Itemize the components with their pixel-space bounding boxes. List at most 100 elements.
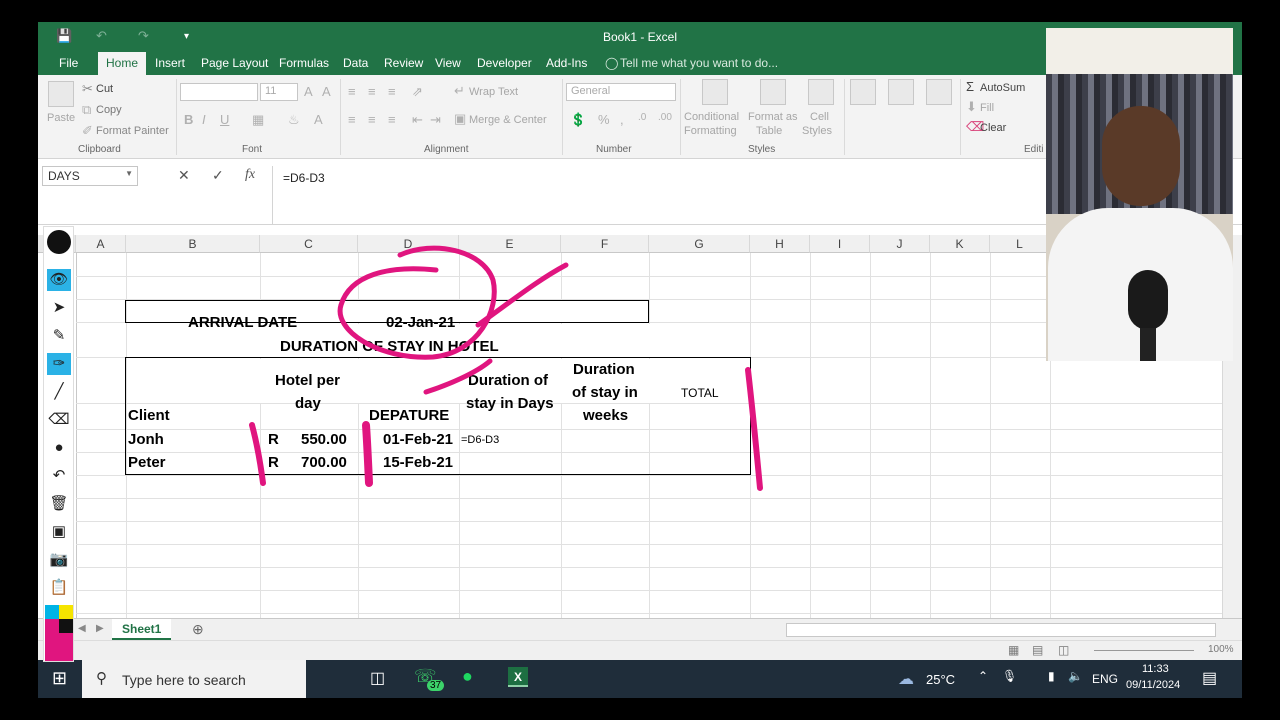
- color-swatch-black[interactable]: [59, 619, 73, 633]
- tab-insert[interactable]: Insert: [155, 56, 185, 70]
- pen-tool-logo-icon: [44, 227, 73, 261]
- line-icon[interactable]: ╱: [47, 381, 71, 403]
- pen-icon[interactable]: ✎: [47, 325, 71, 347]
- trash-icon[interactable]: 🗑: [47, 493, 71, 515]
- font-name-combo[interactable]: [180, 83, 258, 101]
- camera-icon[interactable]: 📷: [47, 549, 71, 571]
- prev-sheet-icon[interactable]: ◀: [78, 623, 86, 634]
- align-top-icon[interactable]: ≡: [348, 84, 356, 99]
- taskbar-search[interactable]: ⚲ Type here to search: [82, 660, 306, 698]
- tab-file[interactable]: File: [59, 56, 78, 70]
- currency-icon[interactable]: 💲: [570, 112, 586, 128]
- insert-function-icon[interactable]: fx: [245, 167, 255, 183]
- current-color-swatch[interactable]: [45, 633, 73, 661]
- percent-icon[interactable]: %: [598, 112, 610, 127]
- paste-icon[interactable]: [48, 81, 74, 107]
- align-bottom-icon[interactable]: ≡: [388, 84, 396, 99]
- tab-add-ins[interactable]: Add-Ins: [546, 56, 587, 70]
- notifications-icon[interactable]: ▤: [1202, 668, 1217, 688]
- color-swatch-yellow[interactable]: [59, 605, 73, 619]
- align-center-icon[interactable]: ≡: [368, 112, 376, 127]
- font-color-icon[interactable]: A: [314, 112, 323, 127]
- underline-icon[interactable]: U: [220, 112, 229, 127]
- borders-icon[interactable]: ▦: [252, 112, 264, 128]
- tab-developer[interactable]: Developer: [477, 56, 532, 70]
- paste-button[interactable]: Paste: [47, 112, 75, 124]
- fill-icon: ⬇: [966, 99, 977, 114]
- page-break-view-icon[interactable]: ◫: [1058, 643, 1069, 657]
- align-right-icon[interactable]: ≡: [388, 112, 396, 127]
- excel-taskbar-icon[interactable]: X: [508, 667, 528, 687]
- normal-view-icon[interactable]: ▦: [1008, 643, 1019, 657]
- highlighter-icon[interactable]: ✑: [47, 353, 71, 375]
- tab-data[interactable]: Data: [343, 56, 368, 70]
- fill-color-icon[interactable]: ♨: [288, 112, 300, 128]
- next-sheet-icon[interactable]: ▶: [96, 623, 104, 634]
- cell-styles-icon[interactable]: [808, 79, 834, 105]
- undo-stroke-icon[interactable]: ↶: [47, 465, 71, 487]
- grow-font-icon[interactable]: A: [304, 84, 313, 99]
- font-size-combo[interactable]: 11: [260, 83, 298, 101]
- conditional-formatting-icon[interactable]: [702, 79, 728, 105]
- format-cells-icon[interactable]: [926, 79, 952, 105]
- add-sheet-icon[interactable]: ⊕: [192, 621, 204, 638]
- spotify-icon[interactable]: ●: [462, 666, 473, 687]
- color-swatch-cyan[interactable]: [45, 605, 59, 619]
- horizontal-scrollbar[interactable]: [786, 623, 1216, 637]
- zoom-level[interactable]: 100%: [1208, 644, 1234, 655]
- clock-time[interactable]: 11:33: [1142, 663, 1169, 675]
- decrease-decimal-icon[interactable]: .00: [658, 112, 672, 123]
- tab-page-layout[interactable]: Page Layout: [201, 56, 268, 70]
- clipboard-tool-icon[interactable]: 📋: [47, 577, 71, 599]
- cell-styles-button[interactable]: Cell: [810, 111, 829, 123]
- clock-date[interactable]: 09/11/2024: [1126, 679, 1180, 691]
- bold-icon[interactable]: B: [184, 112, 193, 127]
- insert-cells-icon[interactable]: [850, 79, 876, 105]
- tab-home[interactable]: Home: [98, 52, 147, 75]
- cursor-icon[interactable]: ➤: [47, 297, 71, 319]
- autosum-button[interactable]: AutoSum: [980, 82, 1025, 94]
- clear-button[interactable]: Clear: [980, 122, 1006, 134]
- tray-chevron-icon[interactable]: ⌃: [978, 669, 988, 683]
- increase-indent-icon[interactable]: ⇥: [430, 112, 441, 128]
- conditional-formatting-button[interactable]: Conditional: [684, 111, 739, 123]
- cut-button[interactable]: Cut: [96, 83, 113, 95]
- tab-review[interactable]: Review: [384, 56, 423, 70]
- eraser-tool-icon[interactable]: ⌫: [47, 409, 71, 431]
- zoom-slider[interactable]: [1094, 650, 1194, 651]
- shrink-font-icon[interactable]: A: [322, 84, 331, 99]
- increase-decimal-icon[interactable]: .0: [638, 112, 646, 123]
- delete-cells-icon[interactable]: [888, 79, 914, 105]
- windows-start-icon[interactable]: ⊞: [52, 668, 67, 689]
- color-swatch-magenta[interactable]: [45, 619, 59, 633]
- whiteboard-icon[interactable]: ▣: [47, 521, 71, 543]
- wrap-text-button[interactable]: Wrap Text: [469, 86, 518, 98]
- tab-formulas[interactable]: Formulas: [279, 56, 329, 70]
- color-dot-icon[interactable]: ●: [47, 437, 71, 459]
- copy-button[interactable]: Copy: [96, 104, 122, 116]
- align-middle-icon[interactable]: ≡: [368, 84, 376, 99]
- cancel-icon[interactable]: ✕: [178, 167, 190, 184]
- fill-button[interactable]: Fill: [980, 102, 994, 114]
- italic-icon[interactable]: I: [202, 112, 206, 127]
- volume-icon[interactable]: 🔈: [1068, 669, 1083, 683]
- tab-view[interactable]: View: [435, 56, 461, 70]
- format-as-table-button[interactable]: Format as: [748, 111, 798, 123]
- tell-me-box[interactable]: Tell me what you want to do...: [620, 56, 778, 70]
- align-left-icon[interactable]: ≡: [348, 112, 356, 127]
- format-painter-button[interactable]: Format Painter: [96, 125, 169, 137]
- format-as-table-icon[interactable]: [760, 79, 786, 105]
- orientation-icon[interactable]: ⇗: [412, 84, 423, 100]
- name-box[interactable]: DAYS ▼: [42, 166, 138, 186]
- page-layout-view-icon[interactable]: ▤: [1032, 643, 1043, 657]
- comma-icon[interactable]: ,: [620, 112, 624, 127]
- eye-icon[interactable]: 👁: [47, 269, 71, 291]
- sheet-tab-sheet1[interactable]: Sheet1: [112, 619, 172, 640]
- number-format-combo[interactable]: General: [566, 83, 676, 101]
- task-view-icon[interactable]: ◫: [370, 668, 385, 688]
- merge-center-button[interactable]: Merge & Center: [469, 114, 547, 126]
- language-indicator[interactable]: ENG: [1092, 672, 1118, 686]
- decrease-indent-icon[interactable]: ⇤: [412, 112, 423, 128]
- enter-icon[interactable]: ✓: [212, 167, 224, 184]
- weather-temp[interactable]: 25°C: [926, 672, 955, 687]
